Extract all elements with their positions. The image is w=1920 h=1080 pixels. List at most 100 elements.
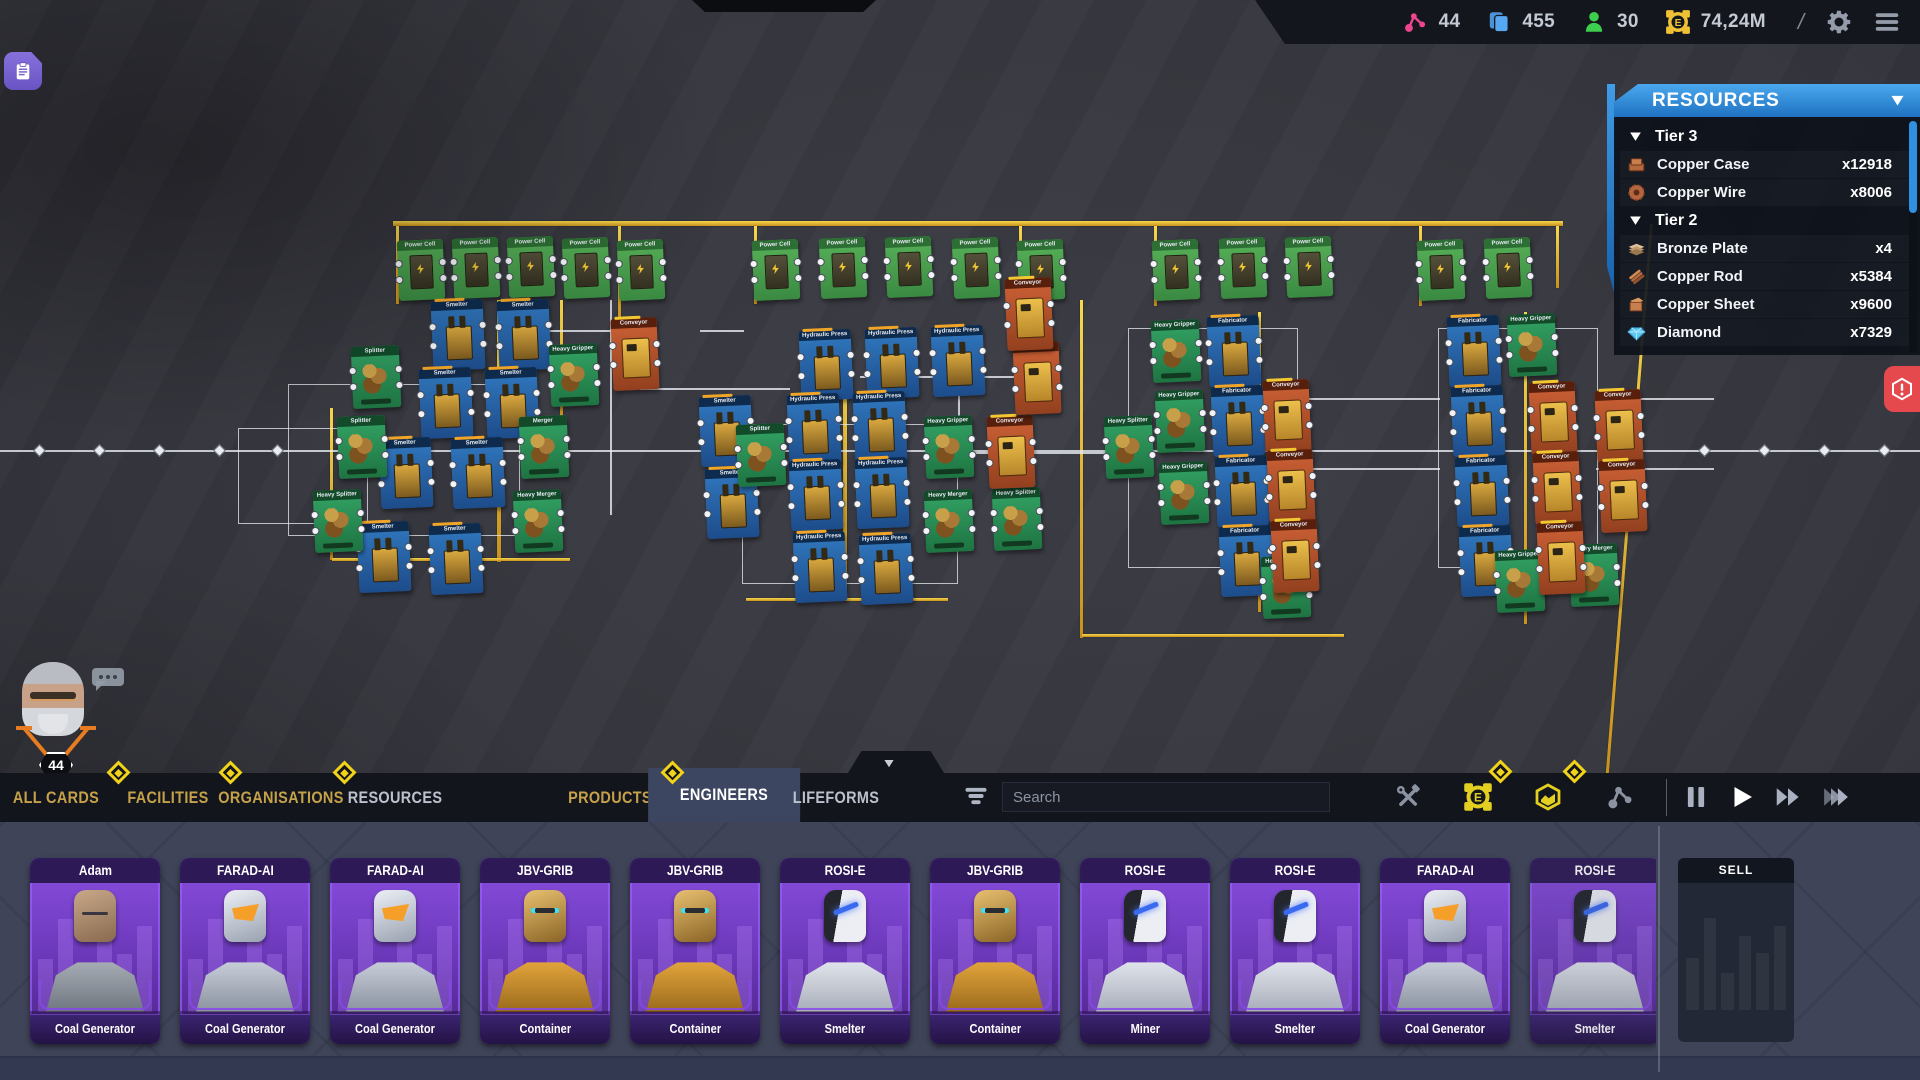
engineer-card[interactable]: JBV-GRIBContainer bbox=[930, 858, 1060, 1044]
board-card[interactable]: Heavy Splitter bbox=[1104, 415, 1155, 479]
board-card[interactable]: Heavy Gripper bbox=[549, 343, 600, 407]
resources-panel-header[interactable]: RESOURCES bbox=[1614, 84, 1920, 117]
board-card[interactable]: Power Cell bbox=[819, 237, 868, 299]
energy-tool-button[interactable]: E bbox=[1458, 778, 1498, 818]
board-card[interactable]: Power Cell bbox=[562, 237, 611, 299]
scrollbar-thumb[interactable] bbox=[1909, 121, 1917, 213]
board-card[interactable]: Smelter bbox=[450, 437, 505, 509]
board-card[interactable]: Heavy Gripper bbox=[1159, 461, 1210, 525]
board-card[interactable]: Power Cell bbox=[885, 236, 934, 298]
board-card[interactable]: Smelter bbox=[496, 299, 551, 371]
board-card[interactable]: Heavy Gripper bbox=[1155, 389, 1206, 453]
board-card[interactable]: Splitter bbox=[736, 423, 787, 487]
board-card[interactable]: Smelter bbox=[430, 299, 485, 371]
board-card[interactable]: Power Cell bbox=[452, 237, 501, 299]
board-card[interactable]: Power Cell bbox=[507, 236, 556, 298]
scrollbar[interactable] bbox=[1909, 121, 1917, 353]
board-card[interactable]: Hydraulic Press bbox=[864, 327, 919, 399]
board-card[interactable]: Conveyor bbox=[1528, 381, 1577, 455]
board-card[interactable]: Smelter bbox=[418, 367, 473, 439]
board-card[interactable]: Fabricator bbox=[1210, 385, 1265, 457]
board-card[interactable]: Hydraulic Press bbox=[930, 325, 985, 397]
chat-bubble-icon[interactable] bbox=[92, 668, 124, 686]
engineer-card[interactable]: ROSI-EMiner bbox=[1080, 858, 1210, 1044]
hexagon-tool-button[interactable] bbox=[1528, 778, 1568, 818]
board-card[interactable]: Conveyor bbox=[1598, 459, 1647, 533]
board-card[interactable]: Fabricator bbox=[1454, 455, 1509, 527]
engineer-card[interactable]: AdamCoal Generator bbox=[30, 858, 160, 1044]
ff-button[interactable] bbox=[1768, 778, 1808, 818]
board-card[interactable]: Power Cell bbox=[397, 239, 446, 301]
engineer-card[interactable]: JBV-GRIBContainer bbox=[480, 858, 610, 1044]
board-card[interactable]: Merger bbox=[519, 415, 570, 479]
board-card[interactable]: Hydraulic Press bbox=[858, 533, 913, 605]
board-card[interactable]: Power Cell bbox=[1219, 237, 1268, 299]
tab-resources[interactable]: RESOURCES bbox=[329, 773, 460, 822]
board-card[interactable]: Hydraulic Press bbox=[798, 329, 853, 401]
quest-log-button[interactable] bbox=[4, 52, 42, 90]
board-card[interactable]: Conveyor bbox=[986, 415, 1035, 489]
tab-all-cards[interactable]: ALL CARDS bbox=[0, 773, 117, 822]
engineer-card[interactable]: ROSI-ESmelter bbox=[1230, 858, 1360, 1044]
board-card[interactable]: Power Cell bbox=[617, 239, 666, 301]
board-card[interactable]: Hydraulic Press bbox=[792, 531, 847, 603]
play-button[interactable] bbox=[1722, 778, 1762, 818]
engineer-card[interactable]: ROSI-ESmelter bbox=[780, 858, 910, 1044]
tier-header[interactable]: Tier 3 bbox=[1614, 123, 1920, 150]
settings-button[interactable] bbox=[1824, 7, 1854, 37]
menu-button[interactable] bbox=[1872, 7, 1902, 37]
tools-tool-button[interactable] bbox=[1388, 778, 1428, 818]
board-card[interactable]: Conveyor bbox=[1266, 449, 1315, 523]
board-card[interactable]: Conveyor bbox=[1262, 379, 1311, 453]
board-card[interactable]: Power Cell bbox=[1484, 237, 1533, 299]
skip-button[interactable] bbox=[1816, 778, 1856, 818]
board-card[interactable]: Fabricator bbox=[1446, 315, 1501, 387]
sell-zone[interactable]: SELL bbox=[1678, 858, 1794, 1042]
board-card[interactable]: Splitter bbox=[351, 345, 402, 409]
tier-header[interactable]: Tier 2 bbox=[1614, 207, 1920, 234]
board-card[interactable]: Smelter bbox=[356, 521, 411, 593]
board-card[interactable]: Power Cell bbox=[1417, 239, 1466, 301]
board-card[interactable]: Hydraulic Press bbox=[786, 393, 841, 465]
board-card[interactable]: Fabricator bbox=[1214, 455, 1269, 527]
board-card[interactable]: Conveyor bbox=[1536, 521, 1585, 595]
board-card[interactable]: Hydraulic Press bbox=[854, 457, 909, 529]
board-card[interactable]: Heavy Splitter bbox=[992, 487, 1043, 551]
board-card[interactable]: Fabricator bbox=[1450, 385, 1505, 457]
board-card[interactable]: Conveyor bbox=[610, 317, 659, 391]
board-card[interactable]: Heavy Merger bbox=[924, 489, 975, 553]
board-card[interactable]: Heavy Gripper bbox=[1151, 319, 1202, 383]
board-card[interactable]: Heavy Gripper bbox=[924, 415, 975, 479]
board-card[interactable]: Conveyor bbox=[1594, 389, 1643, 463]
collapse-triangle-icon[interactable] bbox=[1889, 92, 1906, 109]
board-card[interactable]: Conveyor bbox=[1532, 451, 1581, 525]
board-card[interactable]: Power Cell bbox=[752, 239, 801, 301]
board-card[interactable]: Conveyor bbox=[1012, 341, 1061, 415]
board-card[interactable]: Fabricator bbox=[1206, 315, 1261, 387]
board-card[interactable]: Heavy Merger bbox=[513, 489, 564, 553]
board-card[interactable]: Heavy Gripper bbox=[1507, 313, 1558, 377]
alert-button[interactable] bbox=[1884, 366, 1920, 412]
board-card[interactable]: Smelter bbox=[428, 523, 483, 595]
player-avatar[interactable]: 44 bbox=[8, 660, 104, 770]
engineer-card[interactable]: ROSI-ESmelter bbox=[1530, 858, 1656, 1044]
tab-lifeforms[interactable]: LIFEFORMS bbox=[775, 773, 897, 822]
board-card[interactable]: Conveyor bbox=[1004, 277, 1053, 351]
tray-collapse-icon[interactable] bbox=[878, 757, 900, 770]
engineer-card[interactable]: FARAD-AICoal Generator bbox=[330, 858, 460, 1044]
search-input[interactable] bbox=[1002, 782, 1330, 812]
pause-button[interactable] bbox=[1676, 778, 1716, 818]
filter-icon[interactable] bbox=[962, 782, 990, 812]
node-tool-button[interactable] bbox=[1601, 778, 1641, 818]
board-card[interactable]: Heavy Splitter bbox=[313, 489, 364, 553]
board-card[interactable]: Conveyor bbox=[1270, 519, 1319, 593]
board-card[interactable]: Splitter bbox=[337, 415, 388, 479]
board-card[interactable]: Power Cell bbox=[1285, 236, 1334, 298]
board-card[interactable]: Hydraulic Press bbox=[852, 391, 907, 463]
board-card[interactable]: Power Cell bbox=[1152, 239, 1201, 301]
engineer-card[interactable]: FARAD-AICoal Generator bbox=[180, 858, 310, 1044]
engineer-card[interactable]: FARAD-AICoal Generator bbox=[1380, 858, 1510, 1044]
board-card[interactable]: Hydraulic Press bbox=[788, 459, 843, 531]
engineer-card[interactable]: JBV-GRIBContainer bbox=[630, 858, 760, 1044]
board-card[interactable]: Power Cell bbox=[952, 237, 1001, 299]
